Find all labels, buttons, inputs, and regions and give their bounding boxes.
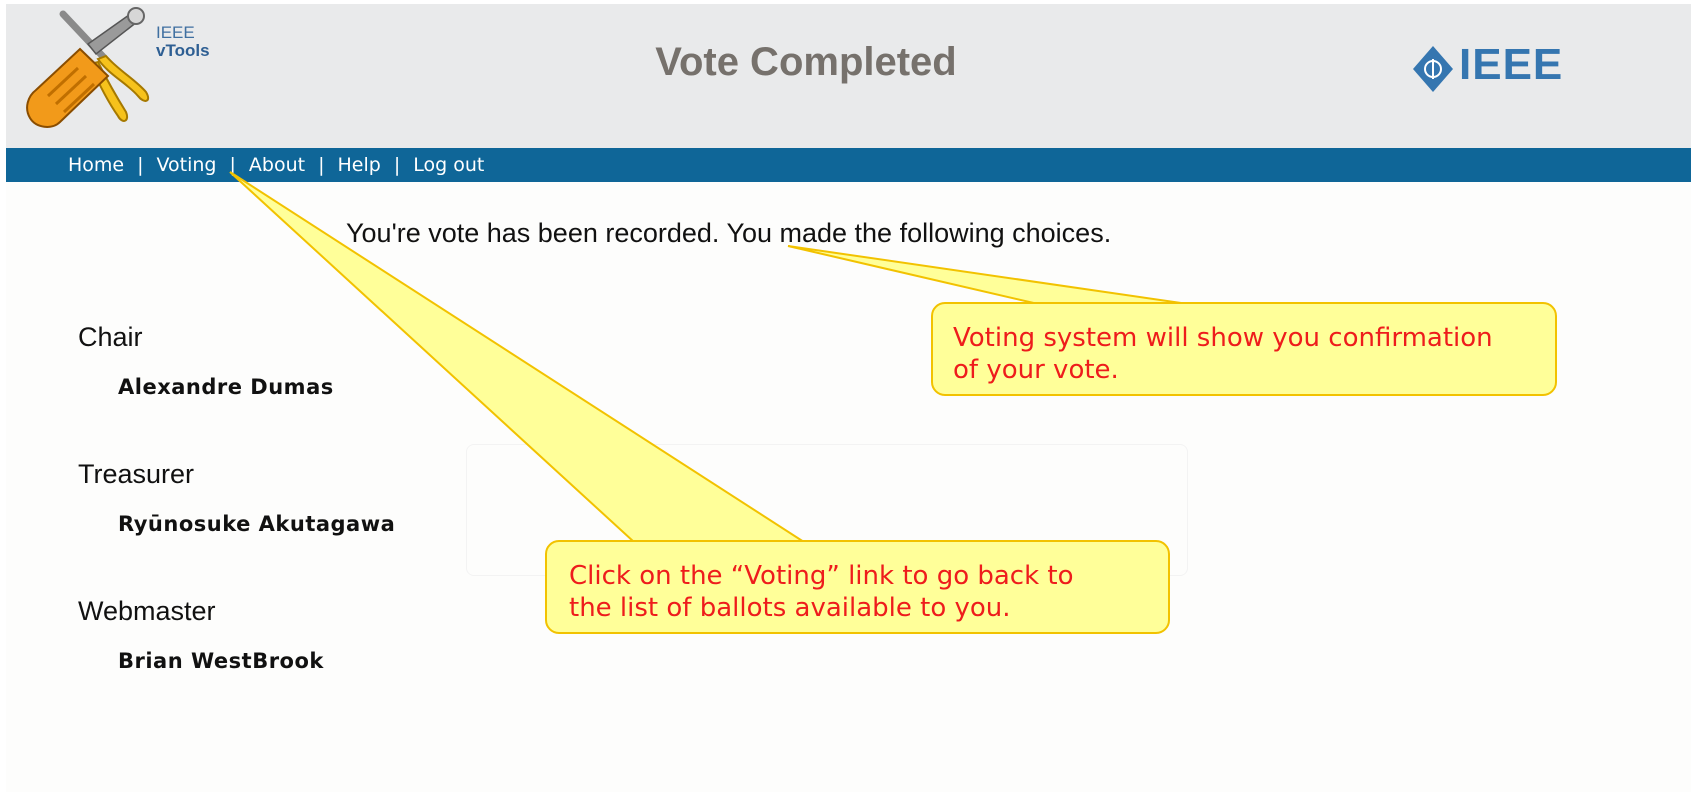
- nav-about[interactable]: About: [249, 154, 305, 176]
- nav-home[interactable]: Home: [68, 154, 124, 176]
- nav-voting[interactable]: Voting: [157, 154, 217, 176]
- ieee-wordmark: IEEE: [1459, 40, 1564, 89]
- callout-confirmation-note: Voting system will show you confirmation…: [931, 302, 1557, 396]
- position-title: Treasurer: [78, 459, 195, 489]
- callout-1-line2: of your vote.: [953, 355, 1119, 385]
- page: IEEE vTools Vote Completed IEEE Home | Vot…: [6, 4, 1691, 792]
- position-webmaster: Webmaster Brian WestBrook: [78, 596, 395, 733]
- callout-1-pointer: [787, 245, 1189, 305]
- vtools-logo[interactable]: IEEE vTools: [18, 4, 210, 134]
- vtools-logo-text: IEEE vTools: [156, 24, 210, 60]
- position-title: Chair: [78, 322, 143, 352]
- position-choice: Ryūnosuke Akutagawa: [118, 512, 396, 536]
- logo-line1: IEEE: [156, 23, 195, 42]
- nav-links: Home | Voting | About | Help | Log out: [68, 154, 484, 176]
- nav-logout[interactable]: Log out: [413, 154, 484, 176]
- navbar: Home | Voting | About | Help | Log out: [6, 148, 1691, 182]
- header: IEEE vTools Vote Completed IEEE: [6, 4, 1691, 148]
- vtools-tools-icon: [26, 7, 150, 128]
- nav-help[interactable]: Help: [338, 154, 381, 176]
- position-choice: Alexandre Dumas: [118, 375, 334, 399]
- vote-choices-list: Chair Alexandre Dumas Treasurer Ryūnosuk…: [78, 322, 395, 733]
- page-title: Vote Completed: [655, 40, 957, 84]
- callout-voting-link-note: Click on the “Voting” link to go back to…: [545, 540, 1170, 634]
- confirmation-message: You're vote has been recorded. You made …: [346, 218, 1112, 248]
- nav-separator: |: [393, 154, 401, 176]
- nav-separator: |: [318, 154, 325, 176]
- callout-2-line1: Click on the “Voting” link to go back to: [569, 561, 1074, 591]
- nav-separator: |: [229, 154, 236, 176]
- callout-2-line2: the list of ballots available to you.: [569, 593, 1011, 623]
- ieee-diamond-icon: [1413, 46, 1453, 92]
- position-choice: Brian WestBrook: [118, 649, 324, 673]
- callout-1-line1: Voting system will show you confirmation: [953, 323, 1493, 353]
- logo-line2: vTools: [156, 41, 210, 60]
- position-chair: Chair Alexandre Dumas: [78, 322, 395, 459]
- position-treasurer: Treasurer Ryūnosuke Akutagawa: [78, 459, 395, 596]
- nav-separator: |: [137, 154, 144, 176]
- position-title: Webmaster: [78, 596, 216, 626]
